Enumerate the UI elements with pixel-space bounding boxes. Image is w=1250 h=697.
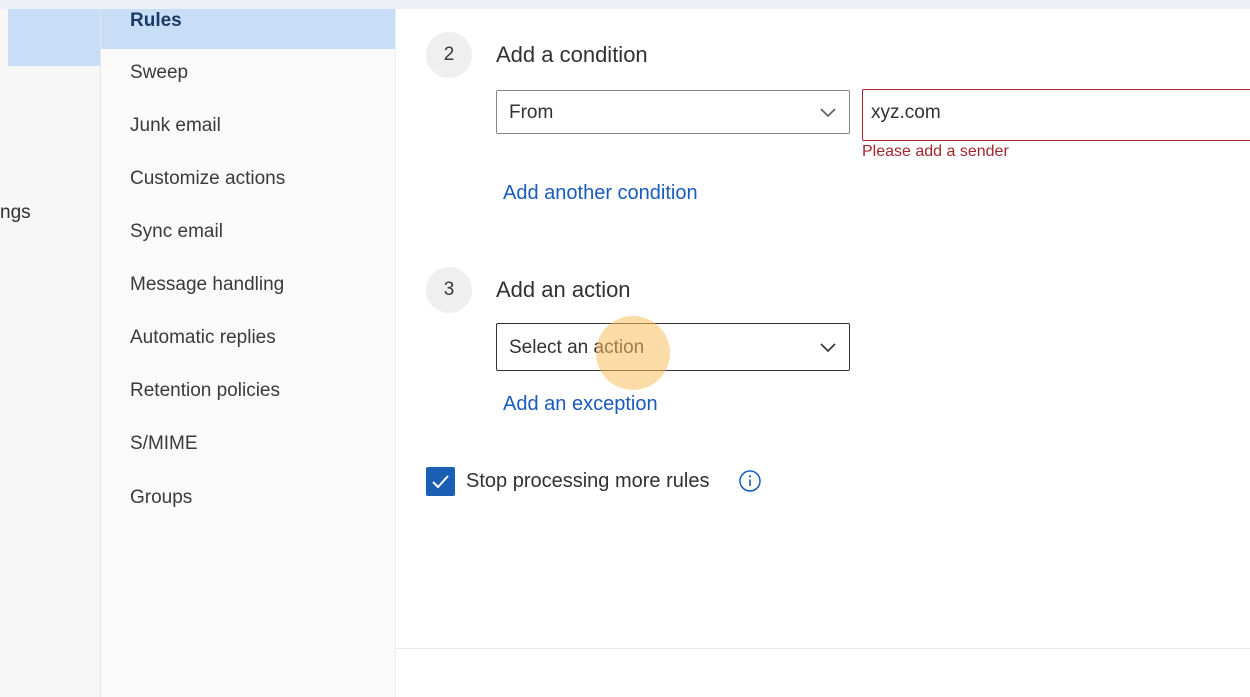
sender-input-value: xyz.com (871, 102, 941, 123)
subnav-item-label: Sync email (130, 221, 223, 242)
subnav-item-label: Groups (130, 487, 193, 508)
sender-input[interactable]: xyz.com (862, 89, 1250, 141)
action-section-title: Add an action (496, 277, 631, 302)
subnav-item-label: Junk email (130, 115, 221, 136)
subnav-item-label: Customize actions (130, 168, 286, 189)
subnav-item-sweep[interactable]: Sweep (101, 54, 395, 94)
subnav-item-label: Automatic replies (130, 327, 276, 348)
chevron-down-icon (820, 108, 836, 118)
condition-dropdown[interactable]: From (496, 90, 850, 134)
left-nav: ngs (0, 9, 101, 697)
sender-error-message: Please add a sender (862, 143, 1009, 160)
rule-editor: 2 Add a condition From xyz.com Please ad… (396, 9, 1250, 697)
subnav-item-smime[interactable]: S/MIME (101, 425, 395, 465)
add-exception-link[interactable]: Add an exception (503, 393, 658, 416)
subnav-item-automatic-replies[interactable]: Automatic replies (101, 319, 395, 359)
action-dropdown[interactable]: Select an action (496, 323, 850, 371)
condition-dropdown-value: From (509, 102, 554, 123)
settings-subnav: Rules Sweep Junk email Customize actions… (101, 9, 396, 697)
left-nav-settings-label[interactable]: ngs (0, 202, 31, 224)
action-dropdown-placeholder: Select an action (509, 337, 645, 358)
info-icon[interactable] (738, 469, 762, 493)
step-number-badge: 2 (426, 32, 472, 78)
subnav-item-groups[interactable]: Groups (101, 479, 395, 519)
checkmark-icon (432, 475, 449, 489)
condition-section-title: Add a condition (496, 42, 648, 67)
subnav-item-rules[interactable]: Rules (101, 9, 395, 49)
subnav-item-junk-email[interactable]: Junk email (101, 107, 395, 147)
subnav-item-retention-policies[interactable]: Retention policies (101, 372, 395, 412)
step-number-badge: 3 (426, 267, 472, 313)
footer-divider (396, 648, 1250, 649)
subnav-item-label: Message handling (130, 274, 285, 295)
subnav-item-label: S/MIME (130, 433, 198, 454)
chevron-down-icon (820, 343, 836, 353)
left-nav-selected-item[interactable] (8, 9, 100, 66)
add-another-condition-link[interactable]: Add another condition (503, 182, 698, 205)
stop-processing-checkbox[interactable] (426, 467, 455, 496)
subnav-item-message-handling[interactable]: Message handling (101, 266, 395, 306)
stop-processing-label[interactable]: Stop processing more rules (466, 470, 709, 493)
subnav-item-label: Sweep (130, 62, 189, 83)
subnav-item-customize-actions[interactable]: Customize actions (101, 160, 395, 200)
subnav-item-sync-email[interactable]: Sync email (101, 213, 395, 253)
subnav-item-label: Retention policies (130, 380, 280, 401)
subnav-item-label: Rules (130, 10, 182, 31)
